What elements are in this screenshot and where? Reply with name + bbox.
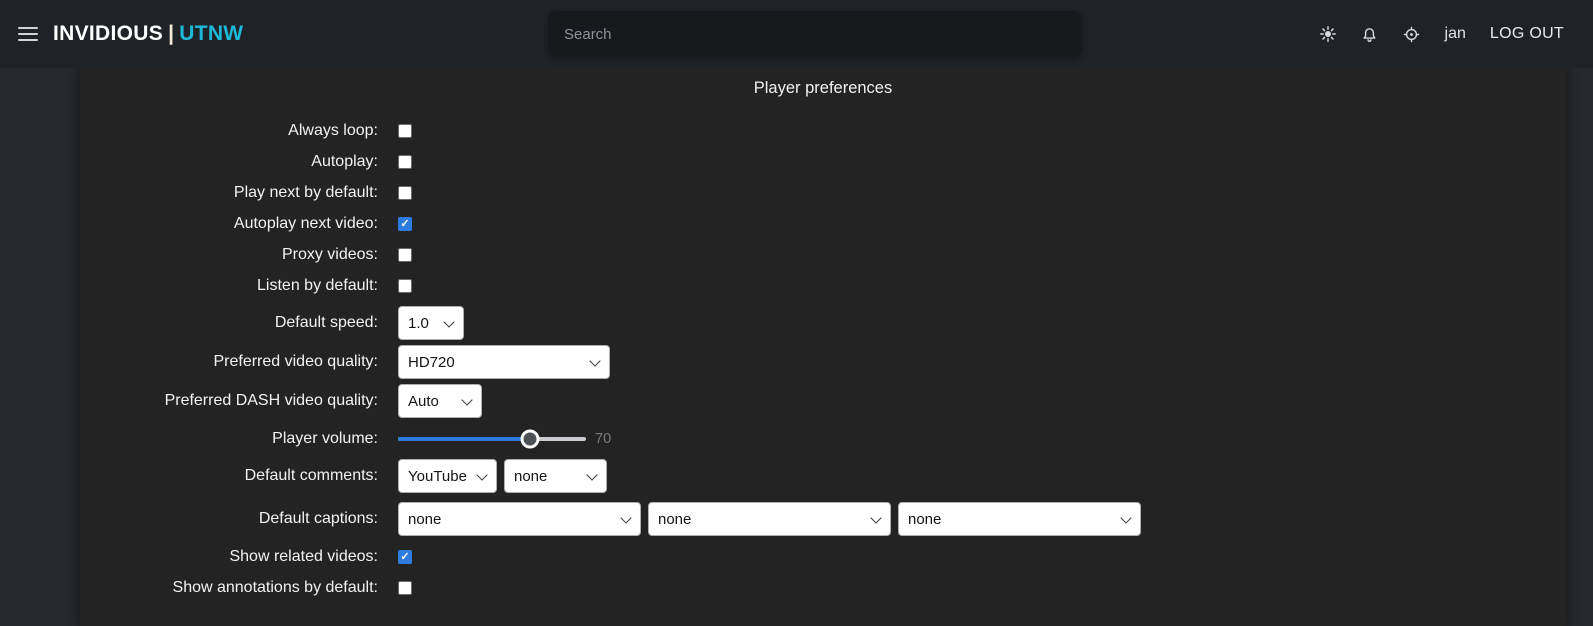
show-annotations-checkbox[interactable]	[398, 581, 412, 595]
show-annotations-label: Show annotations by default:	[80, 579, 378, 597]
pref-row-dash-quality: Preferred DASH video quality: Auto	[80, 384, 1566, 418]
dash-quality-label: Preferred DASH video quality:	[80, 392, 378, 410]
pref-row-default-captions: Default captions: none none none	[80, 502, 1566, 536]
logout-button[interactable]: LOG OUT	[1490, 25, 1564, 43]
slider-thumb[interactable]	[520, 429, 539, 448]
pref-row-listen-default: Listen by default:	[80, 270, 1566, 301]
video-quality-select[interactable]: HD720	[398, 345, 610, 379]
search-input[interactable]	[548, 11, 1082, 57]
default-comments-select-2[interactable]: none	[504, 459, 607, 493]
slider-fill	[398, 437, 530, 441]
default-comments-label: Default comments:	[80, 467, 378, 485]
proxy-videos-label: Proxy videos:	[80, 246, 378, 264]
logo-text: INVIDIOUS	[53, 22, 163, 45]
pref-row-default-comments: Default comments: YouTube none	[80, 459, 1566, 493]
player-volume-slider[interactable]	[398, 429, 586, 449]
player-volume-value: 70	[595, 431, 611, 447]
listen-default-label: Listen by default:	[80, 277, 378, 295]
pref-row-show-related: Show related videos: ✓	[80, 541, 1566, 572]
chevron-down-icon	[870, 512, 881, 523]
listen-default-checkbox[interactable]	[398, 279, 412, 293]
username-link[interactable]: jan	[1445, 25, 1466, 43]
sun-icon[interactable]	[1319, 25, 1337, 43]
pref-row-autoplay: Autoplay:	[80, 146, 1566, 177]
chevron-down-icon	[443, 316, 454, 327]
default-captions-select-1[interactable]: none	[398, 502, 641, 536]
preferences-panel: Player preferences Always loop: Autoplay…	[80, 68, 1566, 626]
pref-row-player-volume: Player volume: 70	[80, 423, 1566, 454]
chevron-down-icon	[589, 355, 600, 366]
bell-icon[interactable]	[1361, 25, 1379, 43]
always-loop-checkbox[interactable]	[398, 124, 412, 138]
pref-row-proxy-videos: Proxy videos:	[80, 239, 1566, 270]
chevron-down-icon	[476, 469, 487, 480]
site-logo[interactable]: INVIDIOUS|UTNW	[53, 22, 243, 46]
default-captions-label: Default captions:	[80, 510, 378, 528]
autoplay-next-label: Autoplay next video:	[80, 215, 378, 233]
pref-row-autoplay-next: Autoplay next video: ✓	[80, 208, 1566, 239]
logo-instance-name: UTNW	[179, 22, 243, 45]
top-navbar: INVIDIOUS|UTNW	[0, 0, 1593, 68]
play-next-checkbox[interactable]	[398, 186, 412, 200]
pref-row-play-next: Play next by default:	[80, 177, 1566, 208]
hamburger-menu-icon[interactable]	[18, 27, 38, 41]
page-title: Player preferences	[80, 79, 1566, 98]
gear-icon[interactable]	[1403, 25, 1421, 43]
autoplay-label: Autoplay:	[80, 153, 378, 171]
always-loop-label: Always loop:	[80, 122, 378, 140]
proxy-videos-checkbox[interactable]	[398, 248, 412, 262]
default-captions-select-2[interactable]: none	[648, 502, 891, 536]
chevron-down-icon	[586, 469, 597, 480]
dash-quality-select[interactable]: Auto	[398, 384, 482, 418]
default-speed-select[interactable]: 1.0	[398, 306, 464, 340]
player-volume-label: Player volume:	[80, 430, 378, 448]
pref-row-show-annotations: Show annotations by default:	[80, 572, 1566, 603]
play-next-label: Play next by default:	[80, 184, 378, 202]
chevron-down-icon	[620, 512, 631, 523]
show-related-label: Show related videos:	[80, 548, 378, 566]
chevron-down-icon	[461, 394, 472, 405]
chevron-down-icon	[1120, 512, 1131, 523]
pref-row-default-speed: Default speed: 1.0	[80, 306, 1566, 340]
video-quality-label: Preferred video quality:	[80, 353, 378, 371]
autoplay-next-checkbox[interactable]: ✓	[398, 217, 412, 231]
default-speed-label: Default speed:	[80, 314, 378, 332]
default-captions-select-3[interactable]: none	[898, 502, 1141, 536]
autoplay-checkbox[interactable]	[398, 155, 412, 169]
default-comments-select-1[interactable]: YouTube	[398, 459, 497, 493]
pref-row-video-quality: Preferred video quality: HD720	[80, 345, 1566, 379]
logo-separator: |	[163, 22, 179, 45]
show-related-checkbox[interactable]: ✓	[398, 550, 412, 564]
pref-row-always-loop: Always loop:	[80, 115, 1566, 146]
